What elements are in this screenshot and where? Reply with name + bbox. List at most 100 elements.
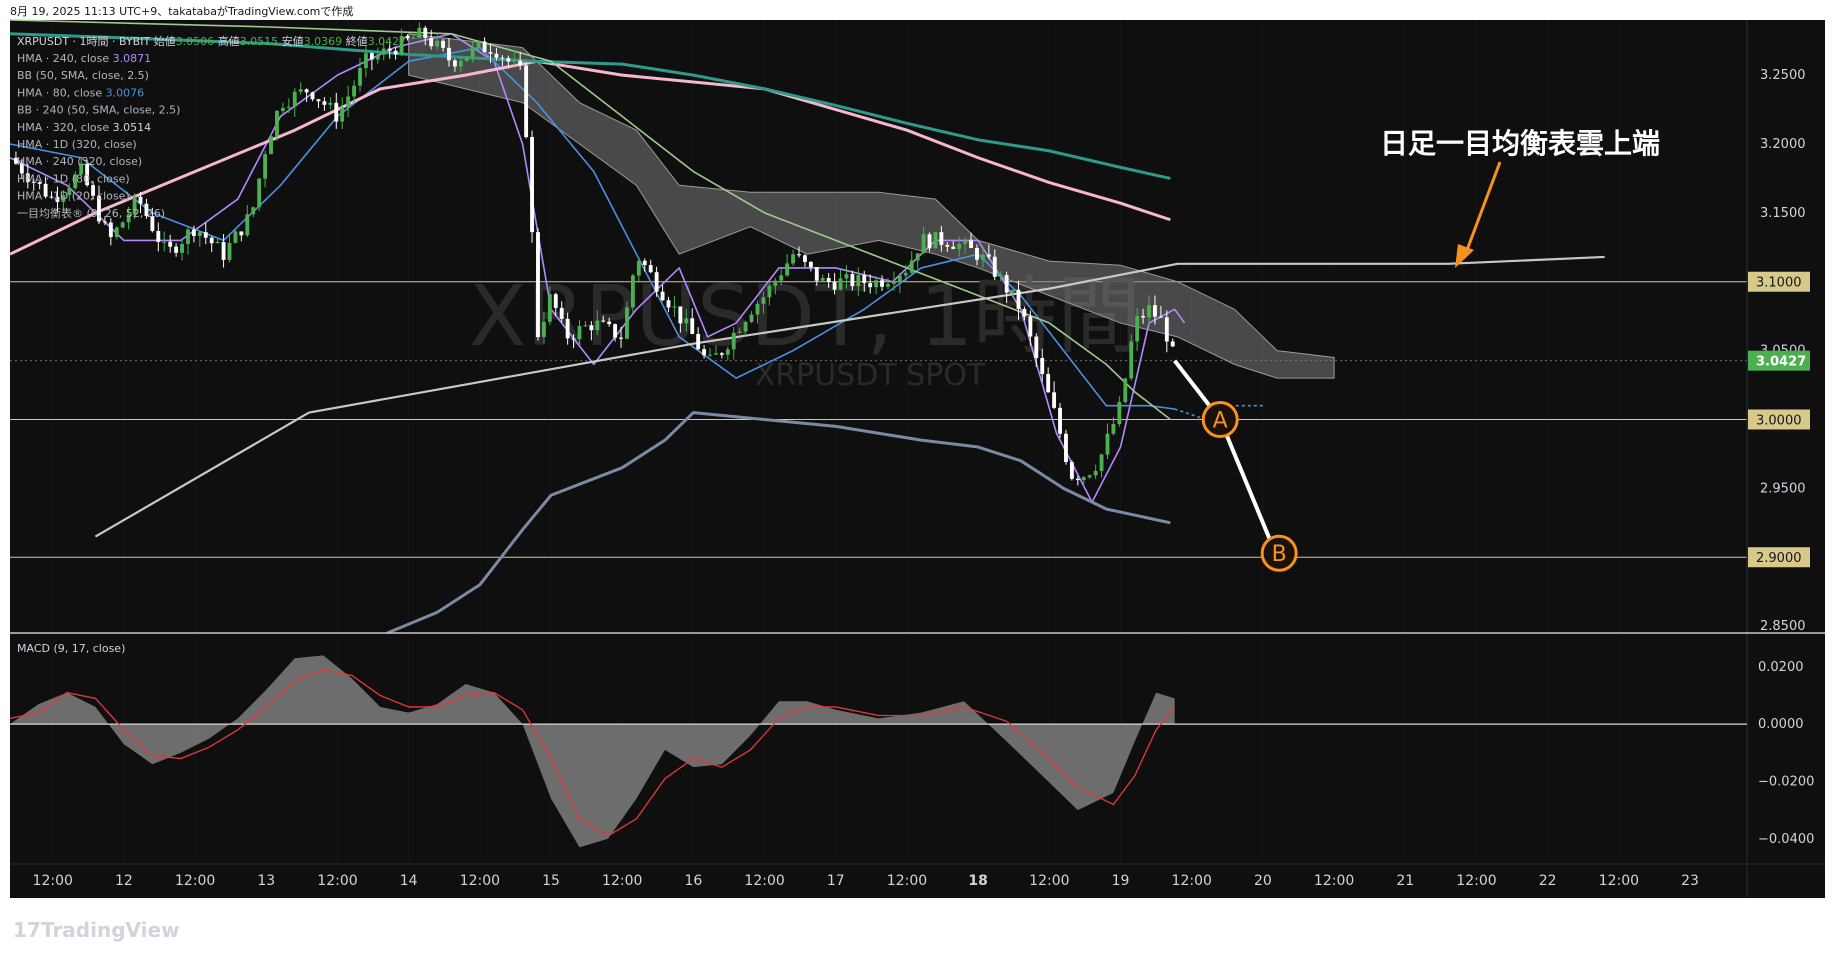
annotation-text: 日足一目均衡表雲上端 xyxy=(1380,127,1660,160)
tradingview-wordmark: TradingView xyxy=(41,918,180,942)
candle-body xyxy=(1046,374,1051,393)
candle-body xyxy=(862,275,867,284)
candle-body xyxy=(435,40,440,47)
legend-item: HMA · 1D (20, close) xyxy=(17,190,130,203)
candle-body xyxy=(322,101,327,105)
header-caption: 8月 19, 2025 11:13 UTC+9、takatabaがTrading… xyxy=(10,4,353,18)
candle-body xyxy=(903,272,908,276)
time-tick-label: 13 xyxy=(257,873,275,889)
candle-body xyxy=(1010,289,1015,293)
candle-body xyxy=(518,60,523,66)
level-tag-label: 2.9000 xyxy=(1756,551,1802,566)
symbol-line-part: 安値 xyxy=(282,34,304,48)
candle-body xyxy=(571,338,576,340)
candle-body xyxy=(1170,341,1175,347)
symbol-line: XRPUSDT · 1時間 · BYBIT 始値3.0506 高値3.0515 … xyxy=(17,34,406,48)
candle-body xyxy=(583,325,588,327)
candle-body xyxy=(263,154,268,179)
time-tick-label: 12 xyxy=(115,873,133,889)
candle-body xyxy=(951,246,956,249)
candle-body xyxy=(1141,315,1146,318)
candle-body xyxy=(1153,305,1157,317)
projection-marker-label: A xyxy=(1213,408,1228,433)
macd-tick-label: 0.0000 xyxy=(1758,717,1804,732)
candle-body xyxy=(607,321,612,325)
candle-body xyxy=(138,196,143,204)
time-tick-label: 18 xyxy=(968,873,987,889)
candle-body xyxy=(874,280,879,288)
candle-body xyxy=(209,237,214,244)
level-tag-label: 3.1000 xyxy=(1756,276,1802,291)
chart-frame: 8月 19, 2025 11:13 UTC+9、takatabaがTrading… xyxy=(0,0,1835,958)
candle-body xyxy=(162,241,167,243)
symbol-line-part: 3.0506 xyxy=(176,35,218,48)
candle-body xyxy=(1052,392,1057,408)
candle-body xyxy=(458,60,463,67)
candle-body xyxy=(998,275,1003,277)
chart-canvas[interactable]: 8月 19, 2025 11:13 UTC+9、takatabaがTrading… xyxy=(0,0,1835,958)
candle-body xyxy=(364,53,368,69)
candle-body xyxy=(630,275,635,308)
candle-body xyxy=(417,27,422,38)
candle-body xyxy=(251,207,256,215)
candle-body xyxy=(684,318,689,324)
tradingview-logo-icon: 17 xyxy=(13,918,41,942)
candle-body xyxy=(1147,305,1151,318)
time-tick-label: 12:00 xyxy=(1456,873,1496,889)
candle-body xyxy=(553,294,558,308)
time-tick-label: 16 xyxy=(684,873,702,889)
candle-body xyxy=(470,47,475,57)
candle-body xyxy=(1069,462,1074,479)
candle-body xyxy=(387,48,392,51)
macd-label: MACD (9, 17, close) xyxy=(17,642,125,655)
candle-body xyxy=(654,272,659,292)
legend-item-text: HMA · 240 (320, close) xyxy=(17,155,142,168)
time-tick-label: 12:00 xyxy=(887,873,927,889)
legend-item-text: BB (50, SMA, close, 2.5) xyxy=(17,69,149,82)
candle-body xyxy=(233,231,238,243)
legend-item: BB (50, SMA, close, 2.5) xyxy=(17,69,149,82)
time-tick-label: 22 xyxy=(1539,873,1557,889)
last-price-tag-label: 3.0427 xyxy=(1756,355,1806,370)
price-axis[interactable]: 3.25003.20003.15003.05002.95002.85003.10… xyxy=(1746,20,1825,898)
time-tick-label: 12:00 xyxy=(1029,873,1069,889)
candle-body xyxy=(642,260,647,266)
watermark-sub: XRPUSDT SPOT xyxy=(755,358,986,393)
candle-body xyxy=(856,275,861,287)
legend-item-text: 一目均衡表® (9, 26, 52, 26) xyxy=(17,206,165,220)
branding[interactable]: 17 TradingView xyxy=(13,918,180,942)
candle-body xyxy=(992,256,997,277)
time-tick-label: 12:00 xyxy=(1314,873,1354,889)
candle-body xyxy=(619,337,623,339)
candle-body xyxy=(1081,477,1086,481)
candle-body xyxy=(625,307,629,339)
legend-item: HMA · 1D (320, close) xyxy=(17,138,137,151)
candle-body xyxy=(340,107,345,122)
time-tick-label: 15 xyxy=(542,873,560,889)
candle-body xyxy=(494,53,499,58)
legend-item: HMA · 80, close 3.0076 xyxy=(17,86,144,99)
candle-body xyxy=(909,260,914,273)
legend-item-text: HMA · 1D (20, close) xyxy=(17,190,130,203)
candle-body xyxy=(174,246,179,253)
time-tick-label: 12:00 xyxy=(460,873,500,889)
time-tick-label: 21 xyxy=(1396,873,1414,889)
candle-body xyxy=(441,40,445,48)
candle-body xyxy=(927,234,932,249)
time-tick-label: 19 xyxy=(1112,873,1130,889)
candle-body xyxy=(897,275,902,283)
candle-body xyxy=(850,274,855,287)
macd-tick-label: 0.0200 xyxy=(1758,660,1804,675)
candle-body xyxy=(275,110,279,137)
candle-body xyxy=(785,263,790,276)
candle-body xyxy=(945,244,950,247)
candle-body xyxy=(120,222,125,228)
candle-body xyxy=(186,229,190,244)
time-tick-label: 12:00 xyxy=(175,873,215,889)
candle-body xyxy=(886,283,890,287)
candle-body xyxy=(1075,478,1080,481)
candle-body xyxy=(702,349,707,356)
legend-item-text: BB · 240 (50, SMA, close, 2.5) xyxy=(17,104,180,117)
legend-item-value: 3.0076 xyxy=(106,86,145,99)
legend-item-text: HMA · 80, close xyxy=(17,86,106,99)
